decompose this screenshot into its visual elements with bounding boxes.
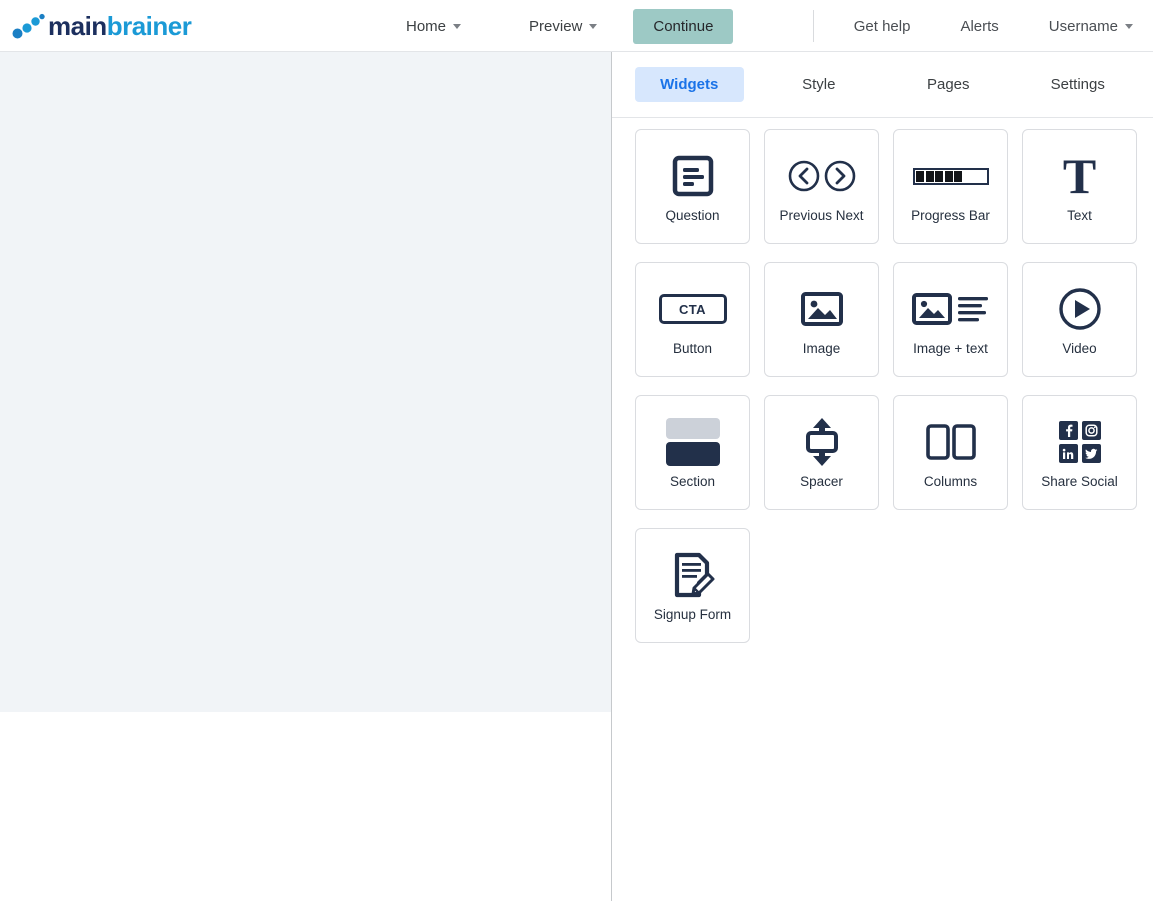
question-document-icon	[670, 148, 716, 204]
signup-form-pencil-icon	[669, 547, 717, 603]
widget-card-columns[interactable]: Columns	[893, 395, 1008, 510]
widget-label: Progress Bar	[908, 208, 993, 224]
widget-label: Section	[667, 474, 718, 490]
right-side-panel: Widgets Style Pages Settings Question	[612, 52, 1153, 901]
nav-divider	[813, 10, 814, 42]
logo-text-brainer: brainer	[107, 11, 192, 41]
app-header: mainbrainer Home Preview Continue Get he…	[0, 0, 1153, 52]
nav-home[interactable]: Home	[400, 18, 467, 35]
widget-label: Previous Next	[776, 208, 866, 224]
share-social-icon	[1059, 414, 1101, 470]
widget-card-text[interactable]: T Text	[1022, 129, 1137, 244]
cta-badge-label: CTA	[659, 294, 727, 324]
widget-card-image-text[interactable]: Image + text	[893, 262, 1008, 377]
chevron-down-icon	[453, 24, 461, 29]
widget-label: Columns	[921, 474, 980, 490]
widget-card-question[interactable]: Question	[635, 129, 750, 244]
widget-label: Image + text	[910, 341, 991, 357]
spacer-arrows-icon	[799, 414, 845, 470]
widget-card-spacer[interactable]: Spacer	[764, 395, 879, 510]
widget-label: Text	[1064, 208, 1095, 224]
tab-style[interactable]: Style	[765, 67, 874, 102]
cta-button-icon: CTA	[659, 281, 727, 337]
brand-logo[interactable]: mainbrainer	[12, 0, 191, 52]
facebook-icon	[1059, 421, 1078, 440]
widget-card-share-social[interactable]: Share Social	[1022, 395, 1137, 510]
widget-card-signup-form[interactable]: Signup Form	[635, 528, 750, 643]
twitter-icon	[1082, 444, 1101, 463]
widget-card-section[interactable]: Section	[635, 395, 750, 510]
tab-settings[interactable]: Settings	[1024, 67, 1133, 102]
widget-grid: Question Previous Next Progress Bar	[612, 118, 1153, 661]
nav-preview[interactable]: Preview	[523, 18, 603, 35]
nav-get-help[interactable]: Get help	[848, 18, 917, 35]
chevron-down-icon	[1125, 24, 1133, 29]
tab-widgets[interactable]: Widgets	[635, 67, 744, 102]
panel-tabs: Widgets Style Pages Settings	[612, 52, 1153, 118]
instagram-icon	[1082, 421, 1101, 440]
image-picture-icon	[800, 281, 844, 337]
widget-label: Signup Form	[651, 607, 734, 623]
text-glyph: T	[1063, 155, 1096, 198]
columns-icon	[926, 414, 976, 470]
widget-card-video[interactable]: Video	[1022, 262, 1137, 377]
widget-label: Share Social	[1038, 474, 1121, 490]
tab-pages[interactable]: Pages	[894, 67, 1003, 102]
widget-label: Video	[1059, 341, 1099, 357]
dots-logo-icon	[12, 13, 46, 39]
chevron-down-icon	[589, 24, 597, 29]
widget-label: Image	[800, 341, 844, 357]
secondary-nav: Get help Alerts Username	[813, 0, 1139, 52]
logo-text-main: main	[48, 11, 107, 41]
section-blocks-icon	[666, 414, 720, 470]
editor-canvas[interactable]	[0, 52, 611, 712]
nav-home-label: Home	[406, 18, 446, 35]
canvas-footer-area	[0, 712, 611, 901]
text-t-icon: T	[1063, 148, 1096, 204]
linkedin-icon	[1059, 444, 1078, 463]
nav-alerts[interactable]: Alerts	[954, 18, 1004, 35]
widget-card-image[interactable]: Image	[764, 262, 879, 377]
nav-username-label: Username	[1049, 18, 1118, 35]
widget-label: Question	[662, 208, 722, 224]
prev-next-arrows-icon	[787, 148, 857, 204]
nav-preview-label: Preview	[529, 18, 582, 35]
continue-button[interactable]: Continue	[633, 9, 733, 44]
progress-bar-icon	[913, 148, 989, 204]
logo-text: mainbrainer	[48, 13, 191, 39]
primary-nav: Home Preview Continue	[400, 0, 733, 52]
widget-label: Button	[670, 341, 715, 357]
image-text-icon	[912, 281, 990, 337]
widget-card-progress-bar[interactable]: Progress Bar	[893, 129, 1008, 244]
nav-username[interactable]: Username	[1043, 18, 1139, 35]
video-play-icon	[1058, 281, 1102, 337]
widget-card-button[interactable]: CTA Button	[635, 262, 750, 377]
widget-card-previous-next[interactable]: Previous Next	[764, 129, 879, 244]
widget-label: Spacer	[797, 474, 846, 490]
